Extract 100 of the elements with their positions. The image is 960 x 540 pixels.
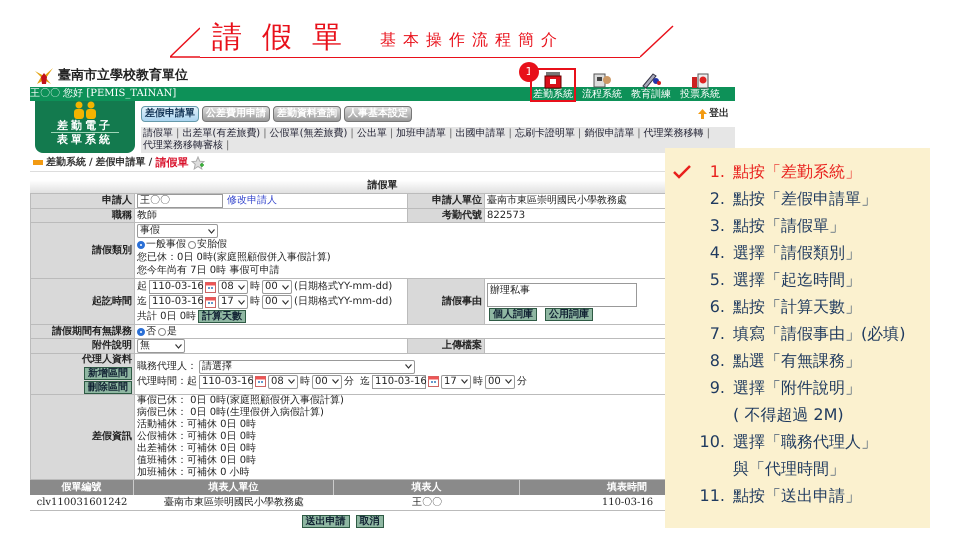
radio-button[interactable]	[137, 328, 145, 336]
dropdown[interactable]: 08	[268, 374, 298, 388]
system-button[interactable]: 教育訓練	[628, 68, 674, 102]
step-text: 填寫「請假事由」(必填)	[733, 323, 906, 345]
radio-button[interactable]	[188, 241, 196, 249]
phrase-button[interactable]: 個人詞庫	[489, 308, 537, 320]
leave-info-line: 公假補休：可補休 0日 0時	[137, 431, 256, 442]
radio-label: 否	[146, 326, 156, 338]
calendar-icon[interactable]	[255, 376, 266, 387]
form-label: 起訖時間	[31, 279, 135, 325]
system-button[interactable]: 投票系統	[677, 68, 723, 102]
range-button[interactable]: 刪除區間	[84, 381, 132, 394]
menu-link[interactable]: 出國申請單	[456, 128, 506, 140]
caret-icon	[175, 344, 182, 348]
separator: |	[226, 140, 230, 152]
step-number: 10.	[698, 431, 725, 453]
logout-link[interactable]: 登出	[709, 108, 729, 120]
step-number: 5.	[708, 269, 725, 291]
input-field[interactable]: 110-03-16	[199, 374, 253, 388]
form-label: 代理人資料	[82, 354, 132, 366]
form-value: 教師	[135, 209, 408, 223]
menu-link[interactable]: 公假單(無差旅費)	[270, 128, 348, 140]
leave-info-line: 事假已休： 0日 0時(家庭照顧假併入事假計算)	[137, 395, 344, 406]
range-button[interactable]: 新增區間	[84, 367, 132, 380]
table-cell: 王〇〇	[334, 495, 520, 511]
form-label: 請假類別	[31, 223, 135, 279]
dropdown[interactable]: 08	[218, 280, 248, 294]
menu-link[interactable]: 請假單	[143, 128, 173, 140]
menu-link[interactable]: 忘刷卡證明單	[514, 128, 575, 140]
step-text: 選擇「職務代理人」	[733, 431, 877, 453]
dropdown[interactable]: 00	[485, 374, 515, 388]
star-icon[interactable]	[191, 156, 206, 170]
field-label: 職務代理人：	[137, 360, 197, 372]
document-icon	[592, 71, 612, 89]
dropdown[interactable]: 00	[262, 280, 292, 294]
menu-link[interactable]: 公出單	[356, 128, 387, 140]
breadcrumb-link[interactable]: 差假申請單	[96, 156, 146, 168]
action-button[interactable]: 送出申請	[302, 515, 350, 528]
dropdown[interactable]: 00	[262, 295, 292, 309]
radio-button[interactable]	[137, 241, 145, 249]
leave-info-line: 加班補休：可補休 0 小時	[137, 467, 250, 479]
separator: |	[390, 128, 394, 140]
dropdown[interactable]: 無	[137, 339, 185, 353]
step-number: 4.	[708, 242, 725, 264]
menu-link[interactable]: 加班申請單	[396, 128, 446, 140]
caret-icon	[332, 379, 339, 384]
caret-icon	[282, 284, 289, 290]
input-field[interactable]: 110-03-16	[149, 295, 203, 309]
input-field[interactable]: 110-03-16	[372, 374, 426, 388]
date-prefix: 迄	[360, 376, 370, 388]
breadcrumb-link[interactable]: 請假單	[155, 156, 188, 168]
breadcrumb-link[interactable]: 差勤系統	[46, 156, 86, 168]
input-field[interactable]: 110-03-16	[149, 280, 203, 294]
calendar-icon[interactable]	[428, 376, 439, 387]
table-cell: clv110031601242	[30, 495, 134, 511]
dropdown[interactable]: 17	[441, 374, 471, 388]
edit-applicant-link[interactable]: 修改申請人	[227, 195, 277, 207]
menu-link[interactable]: 代理業務移轉審核	[143, 140, 223, 152]
radio-button[interactable]	[158, 328, 166, 336]
calculate-button[interactable]: 計算天數	[198, 310, 246, 323]
calendar-icon[interactable]	[205, 282, 216, 292]
leave-info-line: 病假已休： 0日 0時(生理假併入病假計算)	[137, 407, 324, 418]
system-button[interactable]: 流程系統	[579, 68, 625, 102]
step-text: 點按「請假單」	[733, 215, 845, 237]
table-cell: 臺南市東區崇明國民小學教務處	[134, 495, 334, 511]
dropdown[interactable]: 事假	[137, 224, 218, 238]
unit-label: 時	[473, 376, 483, 388]
separator: |	[578, 128, 582, 140]
phrase-button[interactable]: 公用詞庫	[545, 308, 593, 320]
separator: |	[350, 128, 354, 140]
menu-link[interactable]: 銷假申請單	[584, 128, 634, 140]
step-text: 選擇「請假類別」	[733, 242, 861, 264]
app-name: 差勤電子	[51, 119, 119, 133]
bar-icon	[33, 160, 43, 165]
menu-link[interactable]: 代理業務移轉	[644, 128, 704, 140]
dropdown[interactable]: 17	[218, 295, 248, 309]
calendar-icon[interactable]	[205, 296, 216, 308]
step-text: 點按「差假申請單」	[733, 188, 877, 210]
unit-label: 時	[250, 296, 260, 308]
caret-icon	[405, 364, 412, 369]
step-number: 7.	[708, 323, 725, 345]
tab[interactable]: 差假申請單	[141, 106, 199, 122]
caret-icon	[505, 379, 512, 384]
leave-info-line: 活動補休：可補休 0日 0時	[137, 419, 256, 430]
greeting-text: 王〇〇 您好 [PEMIS_TAINAN]	[30, 88, 176, 100]
step-text: 點按「差勤系統」	[733, 161, 861, 183]
form-label: 申請人	[31, 194, 135, 209]
leave-note: 您今年尚有 7日 0時 事假可申請	[137, 265, 280, 277]
menu-link[interactable]: 出差單(有差旅費)	[182, 128, 260, 140]
dropdown[interactable]: 請選擇	[199, 360, 415, 374]
step-text: 點按「送出申請」	[733, 485, 861, 507]
input-field[interactable]: 王〇〇	[137, 194, 223, 208]
reason-textarea[interactable]: 辦理私事	[487, 282, 637, 306]
unit-label: 分	[517, 376, 527, 388]
dropdown[interactable]: 00	[312, 374, 342, 388]
action-button[interactable]: 取消	[356, 515, 384, 528]
system-button[interactable]: 差勤系統	[530, 68, 576, 102]
radio-label: 安胎假	[197, 239, 227, 251]
step-text: 點按「計算天數」	[733, 296, 861, 318]
column-header: 填表人	[334, 480, 520, 495]
